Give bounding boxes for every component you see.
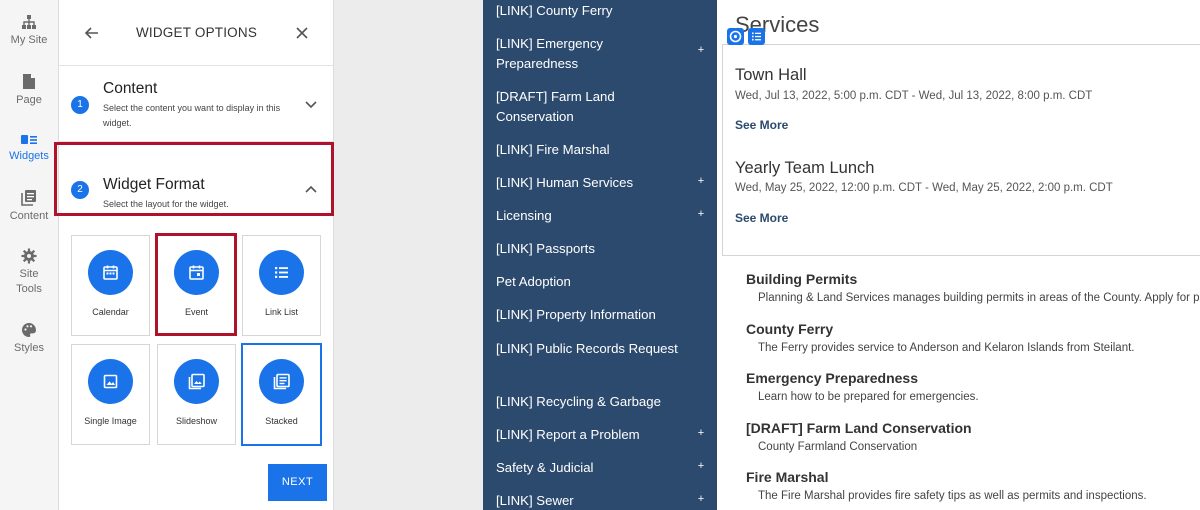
rail-item-label: Page [16, 94, 42, 106]
service-description: The Ferry provides service to Anderson a… [758, 342, 1135, 354]
event-date: Wed, May 25, 2022, 12:00 p.m. CDT - Wed,… [735, 182, 1113, 194]
step-content[interactable]: 1 Content Select the content you want to… [59, 66, 334, 142]
nav-item-licensing[interactable]: Licensing [496, 206, 686, 226]
step-highlight-box [54, 142, 334, 216]
rail-item-styles[interactable]: Styles [0, 322, 58, 356]
see-more-link[interactable]: See More [735, 118, 788, 132]
widget-options-panel: WIDGET OPTIONS 1 Content Select the cont… [54, 0, 334, 510]
content-icon [21, 190, 36, 206]
step-title: Content [103, 80, 158, 97]
back-button[interactable] [81, 22, 103, 44]
expand-icon[interactable]: + [696, 44, 706, 56]
panel-header: WIDGET OPTIONS [59, 0, 334, 66]
format-slideshow[interactable]: Slideshow [157, 344, 236, 445]
nav-item-fire-marshal[interactable]: [LINK] Fire Marshal [496, 140, 686, 160]
expand-icon[interactable]: + [696, 208, 706, 220]
format-label: Link List [264, 307, 299, 317]
nav-item-passports[interactable]: [LINK] Passports [496, 239, 686, 259]
event-date: Wed, Jul 13, 2022, 5:00 p.m. CDT - Wed, … [735, 90, 1093, 102]
step-description: Select the content you want to display i… [103, 103, 281, 128]
service-name[interactable]: [DRAFT] Farm Land Conservation [746, 420, 972, 436]
event-title: Yearly Team Lunch [735, 159, 875, 177]
expand-icon[interactable]: + [696, 427, 706, 439]
widget-options-button[interactable] [748, 28, 765, 45]
service-description: Learn how to be prepared for emergencies… [758, 391, 979, 403]
rail-item-label: Styles [14, 342, 44, 354]
site-navigation: [LINK] County Ferry [LINK] Emergency Pre… [483, 0, 717, 510]
chevron-down-icon[interactable] [303, 96, 319, 112]
see-more-link[interactable]: See More [735, 211, 788, 225]
rail-item-label: Site Tools [16, 268, 42, 295]
service-name[interactable]: Building Permits [746, 271, 857, 287]
rail-item-my-site[interactable]: My Site [0, 14, 58, 48]
service-name[interactable]: Emergency Preparedness [746, 370, 918, 386]
list-icon [275, 267, 288, 278]
gear-icon [21, 248, 37, 264]
step-number: 1 [71, 96, 89, 114]
format-stacked[interactable]: Stacked [241, 343, 322, 446]
service-name[interactable]: County Ferry [746, 321, 833, 337]
expand-icon[interactable]: + [696, 175, 706, 187]
event-title: Town Hall [735, 66, 807, 84]
nav-item-recycling-garbage[interactable]: [LINK] Recycling & Garbage [496, 392, 686, 412]
page-icon [23, 74, 35, 89]
service-name[interactable]: Fire Marshal [746, 469, 828, 485]
rail-item-label: Widgets [9, 150, 49, 162]
nav-item-report-a-problem[interactable]: [LINK] Report a Problem [496, 425, 686, 445]
service-description: Planning & Land Services manages buildin… [758, 292, 1200, 304]
close-button[interactable] [291, 22, 313, 44]
format-calendar[interactable]: Calendar [71, 235, 150, 336]
image-icon [103, 374, 118, 389]
left-rail: My Site Page Widgets Content Site Tools [0, 0, 59, 510]
format-label: Single Image [84, 416, 137, 426]
panel-title: WIDGET OPTIONS [135, 25, 258, 40]
nav-item-public-records-request[interactable]: [LINK] Public Records Request [496, 339, 686, 359]
rail-item-label: Content [9, 210, 49, 222]
events-widget[interactable]: Town Hall Wed, Jul 13, 2022, 5:00 p.m. C… [722, 44, 1200, 256]
widgets-icon [21, 135, 37, 144]
move-icon [729, 30, 742, 43]
nav-item-human-services[interactable]: [LINK] Human Services [496, 173, 686, 193]
nav-item-property-information[interactable]: [LINK] Property Information [496, 305, 686, 325]
next-button[interactable]: NEXT [268, 464, 327, 501]
rail-item-page[interactable]: Page [0, 73, 58, 108]
widget-toolbar [727, 28, 767, 46]
format-label: Stacked [265, 416, 298, 426]
expand-icon[interactable]: + [696, 493, 706, 505]
calendar-icon [103, 265, 118, 280]
service-description: County Farmland Conservation [758, 441, 918, 453]
rail-item-content[interactable]: Content [0, 189, 58, 224]
format-label: Calendar [92, 307, 129, 317]
nav-item-sewer[interactable]: [LINK] Sewer [496, 491, 686, 510]
nav-item-county-ferry[interactable]: [LINK] County Ferry [496, 1, 686, 21]
format-label: Slideshow [175, 416, 218, 426]
nav-item-safety-judicial[interactable]: Safety & Judicial [496, 458, 686, 478]
rail-item-label: My Site [10, 34, 48, 46]
rail-item-site-tools[interactable]: Site Tools [0, 248, 58, 297]
slideshow-icon [188, 373, 205, 390]
move-widget-button[interactable] [727, 28, 744, 45]
stacked-icon [273, 373, 290, 390]
list-icon [752, 32, 761, 41]
format-link-list[interactable]: Link List [242, 235, 321, 336]
palette-icon [22, 323, 36, 337]
nav-item-emergency-preparedness[interactable]: [LINK] Emergency Preparedness [496, 34, 686, 73]
content-area: Services Town Hall Wed, Jul 13, 2022, 5:… [717, 0, 1200, 510]
close-icon [296, 27, 308, 39]
format-single-image[interactable]: Single Image [71, 344, 150, 445]
nav-item-farm-land-conservation[interactable]: [DRAFT] Farm Land Conservation [496, 87, 686, 126]
expand-icon[interactable]: + [696, 460, 706, 472]
rail-item-widgets[interactable]: Widgets [0, 134, 58, 164]
arrow-left-icon [84, 27, 98, 39]
sitemap-icon [22, 15, 36, 29]
format-highlight-box [155, 233, 237, 336]
service-description: The Fire Marshal provides fire safety ti… [758, 490, 1147, 502]
nav-item-pet-adoption[interactable]: Pet Adoption [496, 272, 686, 292]
